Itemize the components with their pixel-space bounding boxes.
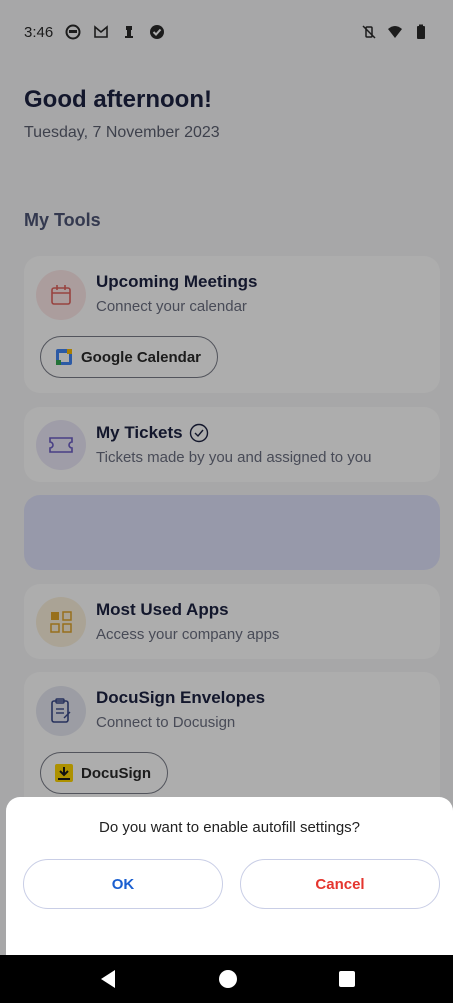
back-icon[interactable]	[98, 968, 118, 990]
navigation-bar	[0, 955, 453, 1003]
home-icon[interactable]	[218, 969, 238, 989]
autofill-prompt: Do you want to enable autofill settings?	[99, 819, 360, 836]
recents-icon[interactable]	[338, 970, 356, 988]
home-screen: 3:46 Good afternoon! Tuesday, 7 November…	[0, 0, 453, 1003]
ok-button[interactable]: OK	[23, 859, 223, 909]
cancel-button[interactable]: Cancel	[240, 859, 440, 909]
autofill-dialog: Do you want to enable autofill settings?…	[6, 797, 453, 955]
